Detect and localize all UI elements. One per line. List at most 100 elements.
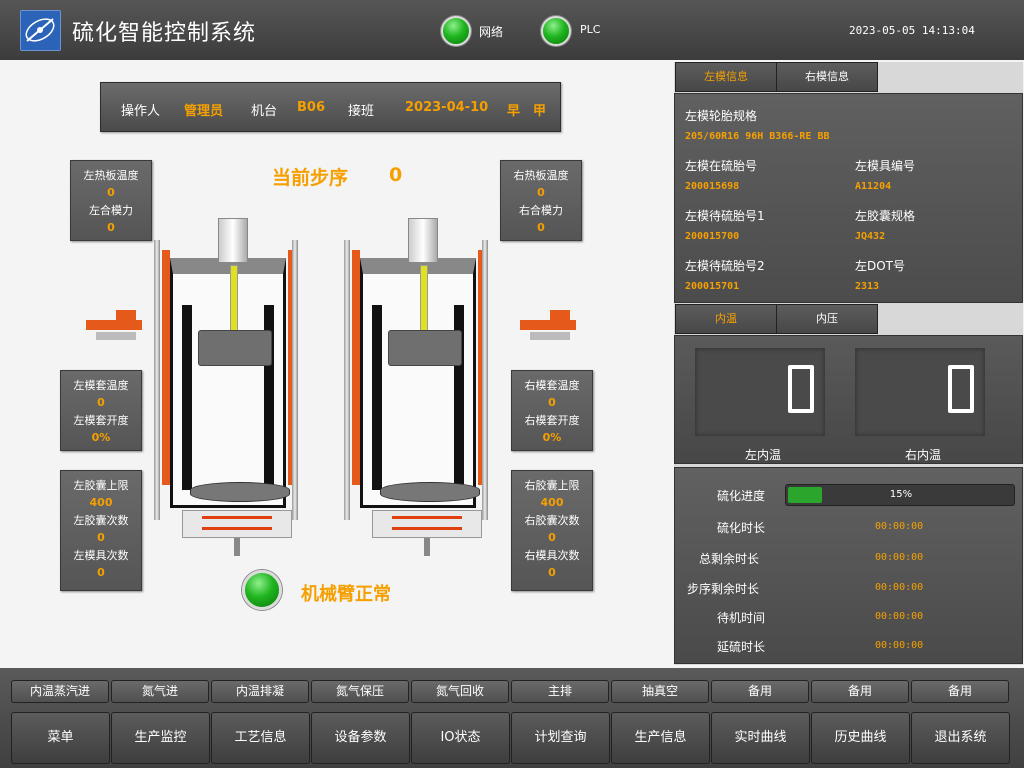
left-loader-arm-graphic [86,310,142,348]
inner-temp-panel: 左内温 右内温 [674,335,1023,464]
condensate-drain-button[interactable]: 内温排凝 [211,680,309,703]
right-mold-count-value: 0 [548,566,556,579]
left-inner-temp-label: 左内温 [745,448,782,462]
plc-status-label: PLC [580,23,601,36]
tab-inner-temp[interactable]: 内温 [675,304,777,334]
left-bladder-box: 左胶囊上限 400 左胶囊次数 0 左模具次数 0 [60,470,142,591]
nitrogen-recovery-button[interactable]: 氮气回收 [411,680,509,703]
plan-query-button[interactable]: 计划查询 [511,712,610,764]
cure-time-label: 硫化时长 [716,521,765,535]
left-bladder-count-label: 左胶囊次数 [73,514,129,527]
right-platen-box: 右热板温度 0 右合模力 0 [500,160,582,241]
tire-no-value: 200015698 [685,181,740,192]
process-panel: 硫化进度 15% 硫化时长 00:00:00 总剩余时长 00:00:00 步序… [674,467,1023,664]
dot-value: 2313 [855,281,880,292]
realtime-curve-button[interactable]: 实时曲线 [711,712,810,764]
shift-team: 甲 [533,104,547,119]
progress-text: 15% [889,489,913,500]
shift-period: 早 [507,104,521,119]
nitrogen-in-button[interactable]: 氮气进 [111,680,209,703]
right-cavity-open-label: 右模套开度 [524,414,580,427]
mold-info-panel: 左模轮胎规格 205/60R16 96H B366-RE BB 左模在硫胎号 2… [674,93,1023,303]
main-exhaust-button[interactable]: 主排 [511,680,609,703]
pending-tire-1-label: 左模待硫胎号1 [685,209,765,223]
right-bladder-limit-value: 400 [540,496,564,509]
production-info-button[interactable]: 生产信息 [611,712,710,764]
shift-label: 接班 [348,104,375,119]
right-bladder-count-label: 右胶囊次数 [524,514,580,527]
right-loader-arm-graphic [520,310,576,348]
nitrogen-hold-button[interactable]: 氮气保压 [311,680,409,703]
equipment-params-button[interactable]: 设备参数 [311,712,410,764]
left-cavity-temp-value: 0 [97,396,105,409]
history-curve-button[interactable]: 历史曲线 [811,712,910,764]
left-clamp-force-value: 0 [107,221,115,234]
system-logo-icon [20,10,61,51]
tire-spec-label: 左模轮胎规格 [685,109,758,123]
right-bladder-count-value: 0 [548,531,556,544]
tab-left-mold[interactable]: 左模信息 [675,62,777,92]
progress-label: 硫化进度 [716,489,765,503]
exit-system-button[interactable]: 退出系统 [911,712,1010,764]
left-platen-temp-label: 左热板温度 [83,169,139,182]
pending-tire-2-label: 左模待硫胎号2 [685,259,765,273]
tire-spec-value: 205/60R16 96H B366-RE BB [685,131,830,142]
network-status-lamp [441,16,471,46]
left-bladder-limit-label: 左胶囊上限 [73,479,129,492]
left-bladder-limit-value: 400 [89,496,113,509]
machine-label: 机台 [251,104,278,119]
tab-inner-pressure[interactable]: 内压 [776,304,878,334]
header-bar: 硫化智能控制系统 网络 PLC 2023-05-05 14:13:04 [0,0,1024,60]
plc-status-lamp [541,16,571,46]
mold-no-value: A11204 [855,181,892,192]
pending-tire-2-value: 200015701 [685,281,740,292]
bottom-toolbar: 内温蒸汽进 氮气进 内温排凝 氮气保压 氮气回收 主排 抽真空 备用 备用 备用… [0,668,1024,768]
right-cavity-box: 右模套温度 0 右模套开度 0% [511,370,593,451]
left-cavity-open-label: 左模套开度 [73,414,129,427]
left-cavity-temp-label: 左模套温度 [73,379,129,392]
right-cavity-temp-value: 0 [548,396,556,409]
right-cavity-temp-label: 右模套温度 [524,379,580,392]
menu-button[interactable]: 菜单 [11,712,110,764]
total-remaining-value: 00:00:00 [875,552,924,563]
delay-cure-label: 延硫时长 [716,640,765,654]
delay-cure-value: 00:00:00 [875,640,924,651]
bladder-spec-label: 左胶囊规格 [855,209,916,223]
bladder-spec-value: JQ432 [855,231,886,242]
vacuum-button[interactable]: 抽真空 [611,680,709,703]
left-clamp-force-label: 左合模力 [89,204,133,217]
mold-no-label: 左模具编号 [855,159,916,173]
app-title: 硫化智能控制系统 [72,21,257,46]
right-clamp-force-value: 0 [537,221,545,234]
standby-time-label: 待机时间 [716,611,765,625]
right-cavity-open-value: 0% [542,431,562,444]
steam-in-button[interactable]: 内温蒸汽进 [11,680,109,703]
right-inner-temp-label: 右内温 [905,448,942,462]
total-remaining-label: 总剩余时长 [698,552,759,566]
right-platen-temp-value: 0 [537,186,545,199]
right-clamp-force-label: 右合模力 [519,204,563,217]
io-status-button[interactable]: IO状态 [411,712,510,764]
tire-no-label: 左模在硫胎号 [685,159,758,173]
current-step-label: 当前步序 [272,167,349,189]
spare-button-2[interactable]: 备用 [811,680,909,703]
arm-status-lamp [242,570,282,610]
spare-button-3[interactable]: 备用 [911,680,1009,703]
process-info-button[interactable]: 工艺信息 [211,712,310,764]
arm-status-text: 机械臂正常 [301,584,391,605]
standby-time-value: 00:00:00 [875,611,924,622]
right-inner-temp-display [855,348,985,436]
right-inner-temp-digit [948,365,974,413]
left-mold-count-value: 0 [97,566,105,579]
spare-button-1[interactable]: 备用 [711,680,809,703]
right-bladder-limit-label: 右胶囊上限 [524,479,580,492]
dot-label: 左DOT号 [855,259,906,273]
operator-info-bar: 操作人 管理员 机台 B06 接班 2023-04-10 早 甲 [100,82,561,132]
left-cavity-box: 左模套温度 0 左模套开度 0% [60,370,142,451]
tab-right-mold[interactable]: 右模信息 [776,62,878,92]
current-step-value: 0 [389,164,403,186]
production-monitor-button[interactable]: 生产监控 [111,712,210,764]
right-press-graphic [330,210,488,556]
left-inner-temp-display [695,348,825,436]
right-bladder-box: 右胶囊上限 400 右胶囊次数 0 右模具次数 0 [511,470,593,591]
